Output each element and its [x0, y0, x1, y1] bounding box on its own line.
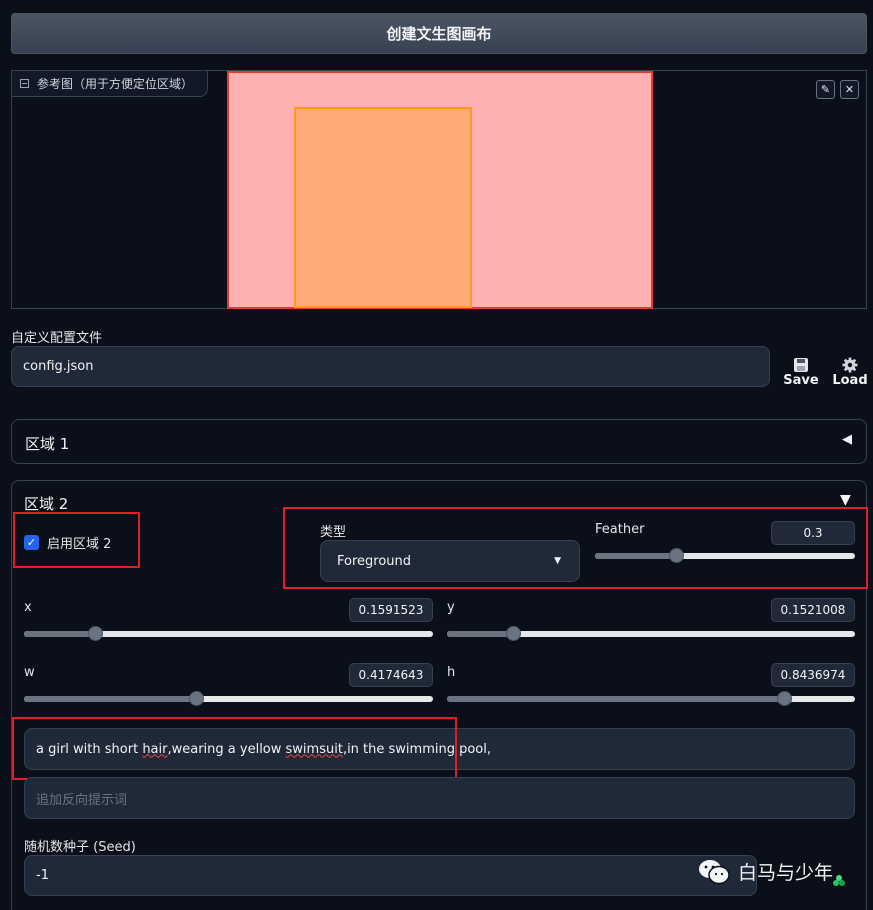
- region-1-accordion[interactable]: 区域 1 ◀: [11, 419, 867, 464]
- feather-number-input[interactable]: 0.3: [771, 521, 855, 545]
- expand-arrow-icon[interactable]: ▼: [840, 492, 851, 508]
- load-button[interactable]: Load: [832, 357, 868, 388]
- highlight-box-prompt: [12, 717, 457, 780]
- h-label: h: [447, 665, 456, 680]
- region-2-title: 区域 2: [24, 495, 69, 513]
- x-label: x: [24, 600, 32, 615]
- seed-label: 随机数种子 (Seed): [24, 840, 136, 855]
- x-slider-track[interactable]: [24, 631, 433, 637]
- w-slider-thumb[interactable]: [189, 691, 204, 706]
- dropdown-caret-icon: ▼: [554, 556, 561, 566]
- collapse-arrow-icon[interactable]: ◀: [842, 432, 852, 447]
- h-number-input[interactable]: 0.8436974: [771, 663, 855, 687]
- w-label: w: [24, 665, 35, 680]
- enable-region-2-label: 启用区域 2: [47, 537, 112, 552]
- y-slider-thumb[interactable]: [506, 626, 521, 641]
- type-select[interactable]: Foreground ▼: [320, 540, 580, 582]
- watermark-text: 白马与少年: [738, 862, 834, 884]
- w-number-input[interactable]: 0.4174643: [349, 663, 433, 687]
- save-label: Save: [783, 373, 819, 388]
- feather-slider-track[interactable]: [595, 553, 855, 559]
- reference-canvas[interactable]: 参考图（用于方便定位区域） ✎ ✕: [11, 70, 867, 309]
- pencil-icon[interactable]: ✎: [816, 80, 835, 99]
- seed-input[interactable]: -1: [24, 855, 757, 896]
- feather-slider-thumb[interactable]: [669, 548, 684, 563]
- image-icon: [20, 79, 29, 88]
- enable-region-2-checkbox[interactable]: ✓ 启用区域 2: [24, 533, 111, 552]
- save-button[interactable]: Save: [783, 357, 819, 388]
- wechat-icon: [699, 859, 730, 884]
- canvas-label-text: 参考图（用于方便定位区域）: [37, 77, 194, 91]
- config-label: 自定义配置文件: [11, 331, 103, 346]
- check-icon: ✓: [24, 535, 39, 550]
- floppy-disk-icon: [794, 358, 808, 372]
- load-label: Load: [832, 373, 868, 388]
- x-slider-thumb[interactable]: [88, 626, 103, 641]
- h-slider-thumb[interactable]: [777, 691, 792, 706]
- canvas-label: 参考图（用于方便定位区域）: [12, 71, 209, 97]
- negative-prompt-input[interactable]: 追加反向提示词: [24, 777, 855, 819]
- x-number-input[interactable]: 0.1591523: [349, 598, 433, 622]
- region-1-title: 区域 1: [25, 435, 70, 453]
- gear-icon: [842, 357, 858, 373]
- h-slider-track[interactable]: [447, 696, 855, 702]
- feather-label: Feather: [595, 522, 645, 537]
- close-icon[interactable]: ✕: [840, 80, 859, 99]
- negative-prompt-placeholder: 追加反向提示词: [36, 792, 128, 808]
- watermark: 白马与少年: [698, 858, 833, 885]
- type-value: Foreground: [337, 553, 412, 569]
- create-canvas-button[interactable]: 创建文生图画布: [11, 13, 867, 54]
- y-label: y: [447, 600, 455, 615]
- region-2-rect: [294, 107, 472, 308]
- recycle-icon: [832, 873, 846, 887]
- w-slider-track[interactable]: [24, 696, 433, 702]
- config-file-input[interactable]: config.json: [11, 346, 770, 387]
- y-number-input[interactable]: 0.1521008: [771, 598, 855, 622]
- type-label: 类型: [320, 525, 347, 540]
